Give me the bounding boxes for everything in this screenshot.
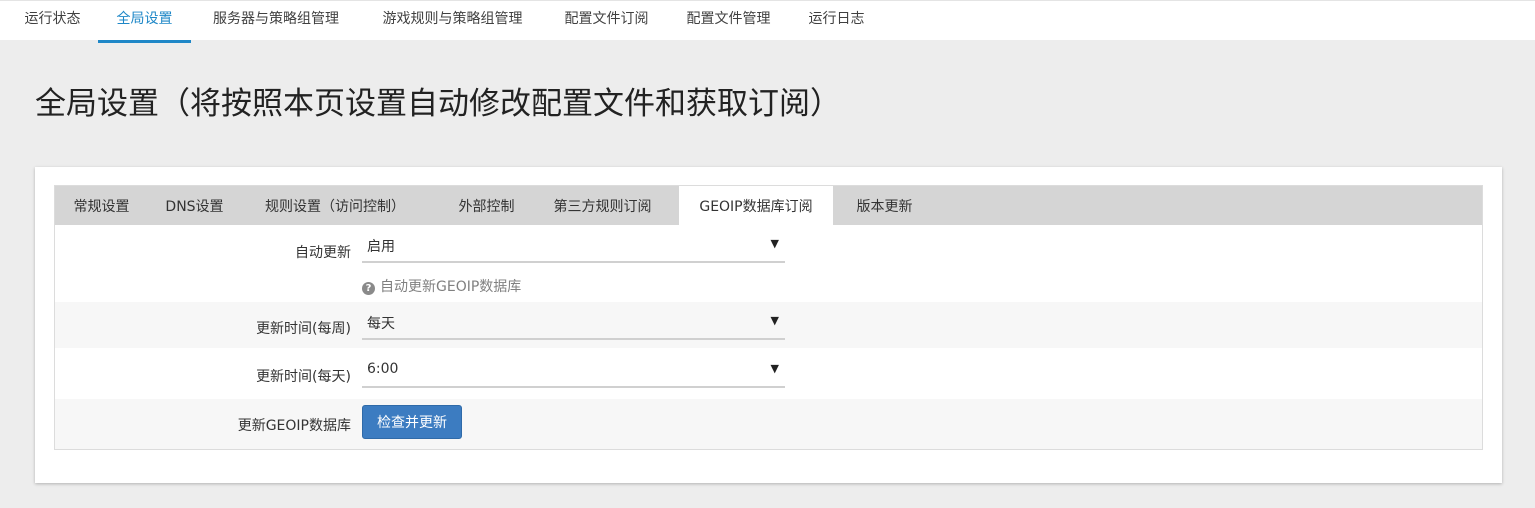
chevron-down-icon: ▼ (770, 362, 779, 375)
tab-third-party-rules[interactable]: 第三方规则订阅 (541, 186, 664, 225)
chevron-down-icon: ▼ (770, 237, 779, 250)
nav-item-global-settings[interactable]: 全局设置 (98, 1, 191, 43)
tab-general[interactable]: 常规设置 (55, 186, 148, 225)
auto-update-help: ? 自动更新GEOIP数据库 (362, 276, 521, 296)
update-week-label: 更新时间(每周) (256, 321, 351, 337)
nav-item-logs[interactable]: 运行日志 (805, 1, 868, 43)
auto-update-help-text: 自动更新GEOIP数据库 (380, 279, 522, 295)
update-day-row: 更新时间(每天) 6:00 ▼ (55, 348, 1482, 399)
update-week-select[interactable]: 每天 ▼ (362, 306, 785, 340)
settings-panel: 常规设置 DNS设置 规则设置（访问控制） 外部控制 第三方规则订阅 GEOIP… (54, 185, 1483, 450)
nav-item-server-groups[interactable]: 服务器与策略组管理 (206, 1, 346, 43)
check-and-update-button[interactable]: 检查并更新 (362, 405, 462, 439)
nav-item-config-subscription[interactable]: 配置文件订阅 (560, 1, 653, 43)
auto-update-row: 自动更新 启用 ▼ ? 自动更新GEOIP数据库 (55, 225, 1482, 302)
tab-version-update[interactable]: 版本更新 (838, 186, 931, 225)
tab-geoip-subscription[interactable]: GEOIP数据库订阅 (679, 186, 833, 225)
tab-rules[interactable]: 规则设置（访问控制） (248, 186, 422, 225)
update-day-value: 6:00 (367, 361, 399, 377)
update-db-label: 更新GEOIP数据库 (237, 418, 351, 434)
top-navigation: 运行状态 全局设置 服务器与策略组管理 游戏规则与策略组管理 配置文件订阅 配置… (0, 0, 1535, 43)
update-day-label: 更新时间(每天) (256, 369, 351, 385)
nav-item-status[interactable]: 运行状态 (21, 1, 84, 43)
update-db-row: 更新GEOIP数据库 检查并更新 (55, 399, 1482, 449)
settings-card: 常规设置 DNS设置 规则设置（访问控制） 外部控制 第三方规则订阅 GEOIP… (35, 167, 1502, 483)
auto-update-value: 启用 (367, 239, 395, 255)
chevron-down-icon: ▼ (770, 314, 779, 327)
tab-external-control[interactable]: 外部控制 (440, 186, 533, 225)
question-circle-icon: ? (362, 282, 375, 295)
nav-item-game-rules[interactable]: 游戏规则与策略组管理 (375, 1, 530, 43)
tab-bar: 常规设置 DNS设置 规则设置（访问控制） 外部控制 第三方规则订阅 GEOIP… (55, 186, 1482, 225)
update-week-row: 更新时间(每周) 每天 ▼ (55, 302, 1482, 348)
tab-dns[interactable]: DNS设置 (153, 186, 236, 225)
page-title: 全局设置（将按照本页设置自动修改配置文件和获取订阅） (35, 86, 841, 122)
nav-item-config-management[interactable]: 配置文件管理 (682, 1, 775, 43)
update-day-select[interactable]: 6:00 ▼ (362, 354, 785, 388)
update-week-value: 每天 (367, 316, 395, 332)
auto-update-label: 自动更新 (295, 245, 351, 261)
auto-update-select[interactable]: 启用 ▼ (362, 229, 785, 263)
